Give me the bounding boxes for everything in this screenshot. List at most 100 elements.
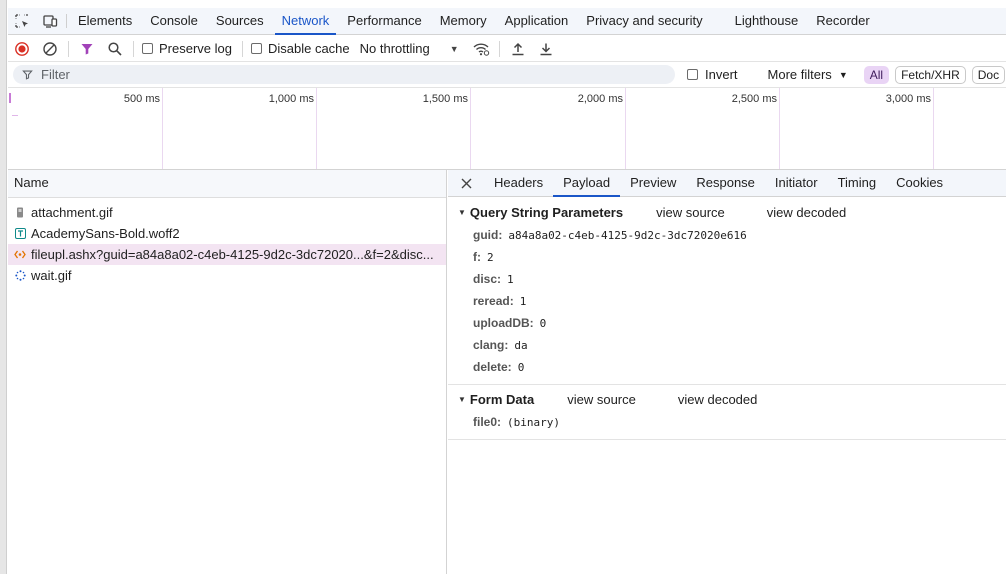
main-tabbar: Elements Console Sources Network Perform… [8,8,1006,35]
section-title: Query String Parameters [469,204,624,220]
request-row[interactable]: fileupl.ashx?guid=a84a8a02-c4eb-4125-9d2… [8,244,446,265]
payload-param: reread: 1 [448,290,1006,312]
filter-chip-doc[interactable]: Doc [971,65,1006,84]
triangle-down-icon: ▼ [458,394,466,404]
tab-network[interactable]: Network [273,8,339,35]
tab-sources[interactable]: Sources [207,8,273,34]
request-name: AcademySans-Bold.woff2 [31,226,180,241]
network-conditions-icon[interactable] [467,37,495,61]
tab-console[interactable]: Console [141,8,207,34]
search-icon[interactable] [101,37,129,61]
view-source-link[interactable]: view source [656,205,725,220]
disable-cache-checkbox[interactable]: Disable cache [250,41,350,56]
preserve-log-checkbox[interactable]: Preserve log [142,41,232,56]
param-value: 2 [487,250,494,264]
tab-initiator[interactable]: Initiator [765,170,828,196]
request-row[interactable]: attachment.gif [8,202,446,223]
param-value: 0 [539,316,547,330]
toolbar-divider [498,40,500,57]
param-key: reread: [473,294,514,308]
tab-application[interactable]: Application [496,8,578,34]
param-value: 1 [519,294,527,308]
filter-funnel-icon[interactable] [73,37,101,61]
tab-response[interactable]: Response [686,170,765,196]
tab-memory[interactable]: Memory [431,8,496,34]
param-key: f: [473,250,481,264]
payload-param: delete: 0 [448,356,1006,378]
triangle-down-icon: ▼ [458,207,466,217]
request-row[interactable]: wait.gif [8,265,446,286]
timeline-tick-label: 2,000 ms [577,93,623,105]
view-source-link[interactable]: view source [567,392,636,407]
export-har-icon[interactable] [532,37,560,61]
timeline-gridline [933,88,934,169]
timeline-gridline [779,88,780,169]
timeline-tick-label: 3,000 ms [885,93,931,105]
payload-param: guid: a84a8a02-c4eb-4125-9d2c-3dc72020e61… [448,224,1006,246]
toolbar-divider [241,40,243,57]
filter-chip-fetch-xhr[interactable]: Fetch/XHR [895,65,966,84]
query-string-header[interactable]: ▼ Query String Parameters view source vi… [448,200,1006,224]
filter-placeholder: Filter [41,67,70,82]
details-tabbar: Headers Payload Preview Response Initiat… [448,170,1006,197]
record-button[interactable] [8,37,36,61]
filter-chip-all[interactable]: All [863,65,890,84]
checkbox-box[interactable] [687,69,698,80]
form-data-header[interactable]: ▼ Form Data view source view decoded [448,387,1006,411]
payload-param: f: 2 [448,246,1006,268]
tab-cookies[interactable]: Cookies [886,170,953,196]
tab-headers[interactable]: Headers [484,170,553,196]
toolbar-divider [133,40,134,57]
xhr-icon [14,249,26,261]
param-value: (binary) [507,415,560,429]
tab-recorder[interactable]: Recorder [807,8,878,34]
tab-payload[interactable]: Payload [553,170,621,197]
invert-checkbox[interactable]: Invert [687,67,738,82]
query-string-section: ▼ Query String Parameters view source vi… [448,197,1006,385]
param-key: disc: [473,272,502,286]
request-name: attachment.gif [31,205,113,220]
device-toolbar-icon[interactable] [36,8,64,34]
timeline-tick-label: 1,500 ms [422,93,468,105]
checkbox-box[interactable] [250,43,262,54]
tab-elements[interactable]: Elements [69,8,141,34]
timeline-request-bar [9,93,11,103]
request-list: Name attachment.gif AcademySans-Bold.wof… [8,170,447,574]
clear-button[interactable] [36,37,64,61]
payload-param: file0: (binary) [448,411,1006,433]
form-data-section: ▼ Form Data view source view decoded fil… [448,385,1006,440]
filter-row: Filter Invert More filters ▼ All Fetch/X… [8,62,1006,88]
param-value: 1 [507,272,514,286]
import-har-icon[interactable] [504,37,532,61]
tab-performance[interactable]: Performance [338,8,430,34]
timeline-tick-label: 500 ms [123,93,160,105]
timeline-gridline [625,88,626,169]
font-icon [14,228,26,240]
timeline-gridline [162,88,163,169]
timeline-tick-label: 1,000 ms [268,93,314,105]
more-filters-dropdown[interactable]: More filters ▼ [768,67,848,82]
param-key: delete: [473,360,512,374]
close-icon[interactable] [448,170,484,196]
param-key: file0: [473,415,502,429]
checkbox-box[interactable] [142,43,153,54]
payload-param: clang: da [448,334,1006,356]
tab-lighthouse[interactable]: Lighthouse [726,8,808,34]
devtools-panel: Elements Console Sources Network Perform… [8,0,1006,574]
tab-timing[interactable]: Timing [828,170,887,196]
view-decoded-link[interactable]: view decoded [767,205,847,220]
view-decoded-link[interactable]: view decoded [678,392,758,407]
name-column-header[interactable]: Name [8,170,446,198]
timeline-gridline [470,88,471,169]
throttling-select[interactable]: No throttling ▼ [360,41,459,56]
request-row[interactable]: AcademySans-Bold.woff2 [8,223,446,244]
inspect-element-icon[interactable] [8,8,36,34]
invert-label: Invert [705,67,738,82]
tab-preview[interactable]: Preview [620,170,686,196]
filter-input[interactable]: Filter [13,65,675,84]
timeline-tick-label: 2,500 ms [731,93,777,105]
request-name: fileupl.ashx?guid=a84a8a02-c4eb-4125-9d2… [31,247,434,262]
tab-privacy-security[interactable]: Privacy and security [577,8,711,34]
preserve-log-label: Preserve log [159,41,232,56]
network-overview-timeline[interactable]: 500 ms 1,000 ms 1,500 ms 2,000 ms 2,500 … [8,88,1006,170]
